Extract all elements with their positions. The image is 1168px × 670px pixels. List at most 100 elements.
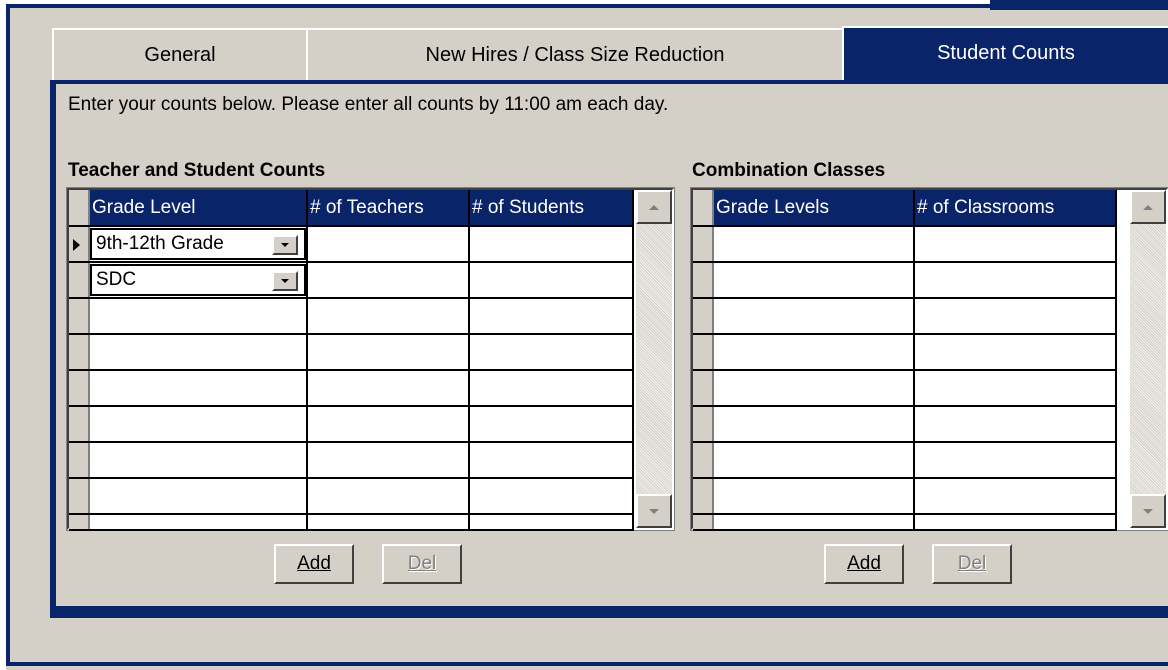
- classrooms-cell[interactable]: [914, 370, 1117, 407]
- table-row[interactable]: [69, 298, 634, 335]
- grade-level-cell[interactable]: [89, 406, 308, 443]
- grade-level-cell[interactable]: 9th-12th Grade: [89, 226, 308, 263]
- table-row[interactable]: [69, 442, 634, 479]
- table-row[interactable]: [693, 370, 1117, 407]
- grade-levels-cell[interactable]: [713, 370, 915, 407]
- grade-level-cell[interactable]: [89, 334, 308, 371]
- row-selector[interactable]: [693, 478, 714, 515]
- dropdown-button[interactable]: [272, 271, 298, 291]
- column-header-classrooms[interactable]: # of Classrooms: [914, 190, 1117, 227]
- classrooms-cell[interactable]: [914, 514, 1117, 531]
- table-row[interactable]: [693, 262, 1117, 299]
- column-header-students[interactable]: # of Students: [469, 190, 634, 227]
- grade-levels-cell[interactable]: [713, 514, 915, 531]
- grade-levels-cell[interactable]: [713, 298, 915, 335]
- row-selector[interactable]: [69, 226, 90, 263]
- row-selector[interactable]: [693, 442, 714, 479]
- scroll-down-button[interactable]: [1130, 494, 1166, 528]
- teachers-cell[interactable]: [307, 298, 470, 335]
- vertical-scrollbar[interactable]: [636, 190, 672, 528]
- column-header-grade-level[interactable]: Grade Level: [89, 190, 308, 227]
- teachers-cell[interactable]: [307, 406, 470, 443]
- tab-new-hires-class-size-reduction[interactable]: New Hires / Class Size Reduction: [306, 28, 844, 80]
- row-selector[interactable]: [693, 226, 714, 263]
- row-selector[interactable]: [693, 514, 714, 531]
- tab-general[interactable]: General: [52, 28, 308, 80]
- teachers-cell[interactable]: [307, 514, 470, 531]
- table-row[interactable]: [69, 334, 634, 371]
- teachers-cell[interactable]: [307, 478, 470, 515]
- delete-combination-class-button[interactable]: Del: [932, 544, 1012, 584]
- classrooms-cell[interactable]: [914, 262, 1117, 299]
- column-header-teachers[interactable]: # of Teachers: [307, 190, 470, 227]
- teachers-cell[interactable]: [307, 442, 470, 479]
- table-row[interactable]: [693, 514, 1117, 531]
- students-cell[interactable]: [469, 478, 634, 515]
- add-combination-class-button[interactable]: Add: [824, 544, 904, 584]
- table-row[interactable]: [69, 514, 634, 531]
- table-row[interactable]: [693, 334, 1117, 371]
- delete-teacher-count-button[interactable]: Del: [382, 544, 462, 584]
- table-row[interactable]: [69, 478, 634, 515]
- grade-level-cell[interactable]: SDC: [89, 262, 308, 299]
- tab-student-counts[interactable]: Student Counts: [842, 26, 1168, 82]
- grade-levels-cell[interactable]: [713, 226, 915, 263]
- table-row[interactable]: [69, 370, 634, 407]
- table-row[interactable]: [693, 298, 1117, 335]
- row-selector[interactable]: [693, 406, 714, 443]
- grade-level-combo[interactable]: SDC: [90, 264, 306, 296]
- grade-levels-cell[interactable]: [713, 442, 915, 479]
- table-row[interactable]: [693, 442, 1117, 479]
- classrooms-cell[interactable]: [914, 442, 1117, 479]
- grade-levels-cell[interactable]: [713, 262, 915, 299]
- scroll-down-button[interactable]: [636, 494, 672, 528]
- teachers-cell[interactable]: [307, 226, 470, 263]
- row-selector[interactable]: [69, 262, 90, 299]
- teachers-cell[interactable]: [307, 370, 470, 407]
- vertical-scrollbar[interactable]: [1130, 190, 1166, 528]
- students-cell[interactable]: [469, 262, 634, 299]
- teacher-student-counts-grid[interactable]: Grade Level # of Teachers # of Students …: [66, 187, 675, 531]
- students-cell[interactable]: [469, 406, 634, 443]
- table-row[interactable]: SDC: [69, 262, 634, 299]
- classrooms-cell[interactable]: [914, 298, 1117, 335]
- classrooms-cell[interactable]: [914, 334, 1117, 371]
- grade-level-cell[interactable]: [89, 478, 308, 515]
- table-row[interactable]: [693, 478, 1117, 515]
- classrooms-cell[interactable]: [914, 406, 1117, 443]
- row-selector[interactable]: [69, 442, 90, 479]
- students-cell[interactable]: [469, 298, 634, 335]
- row-selector[interactable]: [69, 478, 90, 515]
- grade-level-cell[interactable]: [89, 298, 308, 335]
- row-selector[interactable]: [69, 298, 90, 335]
- row-selector[interactable]: [69, 514, 90, 531]
- teachers-cell[interactable]: [307, 334, 470, 371]
- table-row[interactable]: 9th-12th Grade: [69, 226, 634, 263]
- table-row[interactable]: [69, 406, 634, 443]
- table-row[interactable]: [693, 406, 1117, 443]
- teachers-cell[interactable]: [307, 262, 470, 299]
- scroll-up-button[interactable]: [636, 190, 672, 224]
- row-selector[interactable]: [69, 334, 90, 371]
- row-selector[interactable]: [693, 262, 714, 299]
- students-cell[interactable]: [469, 334, 634, 371]
- row-selector[interactable]: [69, 406, 90, 443]
- row-selector[interactable]: [693, 370, 714, 407]
- students-cell[interactable]: [469, 442, 634, 479]
- row-selector[interactable]: [693, 298, 714, 335]
- students-cell[interactable]: [469, 226, 634, 263]
- grade-level-cell[interactable]: [89, 514, 308, 531]
- grade-level-combo[interactable]: 9th-12th Grade: [90, 228, 306, 260]
- grade-levels-cell[interactable]: [713, 478, 915, 515]
- scroll-up-button[interactable]: [1130, 190, 1166, 224]
- grade-levels-cell[interactable]: [713, 334, 915, 371]
- column-header-grade-levels[interactable]: Grade Levels: [713, 190, 915, 227]
- grade-level-cell[interactable]: [89, 442, 308, 479]
- row-selector[interactable]: [693, 334, 714, 371]
- grade-level-cell[interactable]: [89, 370, 308, 407]
- grade-levels-cell[interactable]: [713, 406, 915, 443]
- students-cell[interactable]: [469, 514, 634, 531]
- classrooms-cell[interactable]: [914, 226, 1117, 263]
- classrooms-cell[interactable]: [914, 478, 1117, 515]
- table-row[interactable]: [693, 226, 1117, 263]
